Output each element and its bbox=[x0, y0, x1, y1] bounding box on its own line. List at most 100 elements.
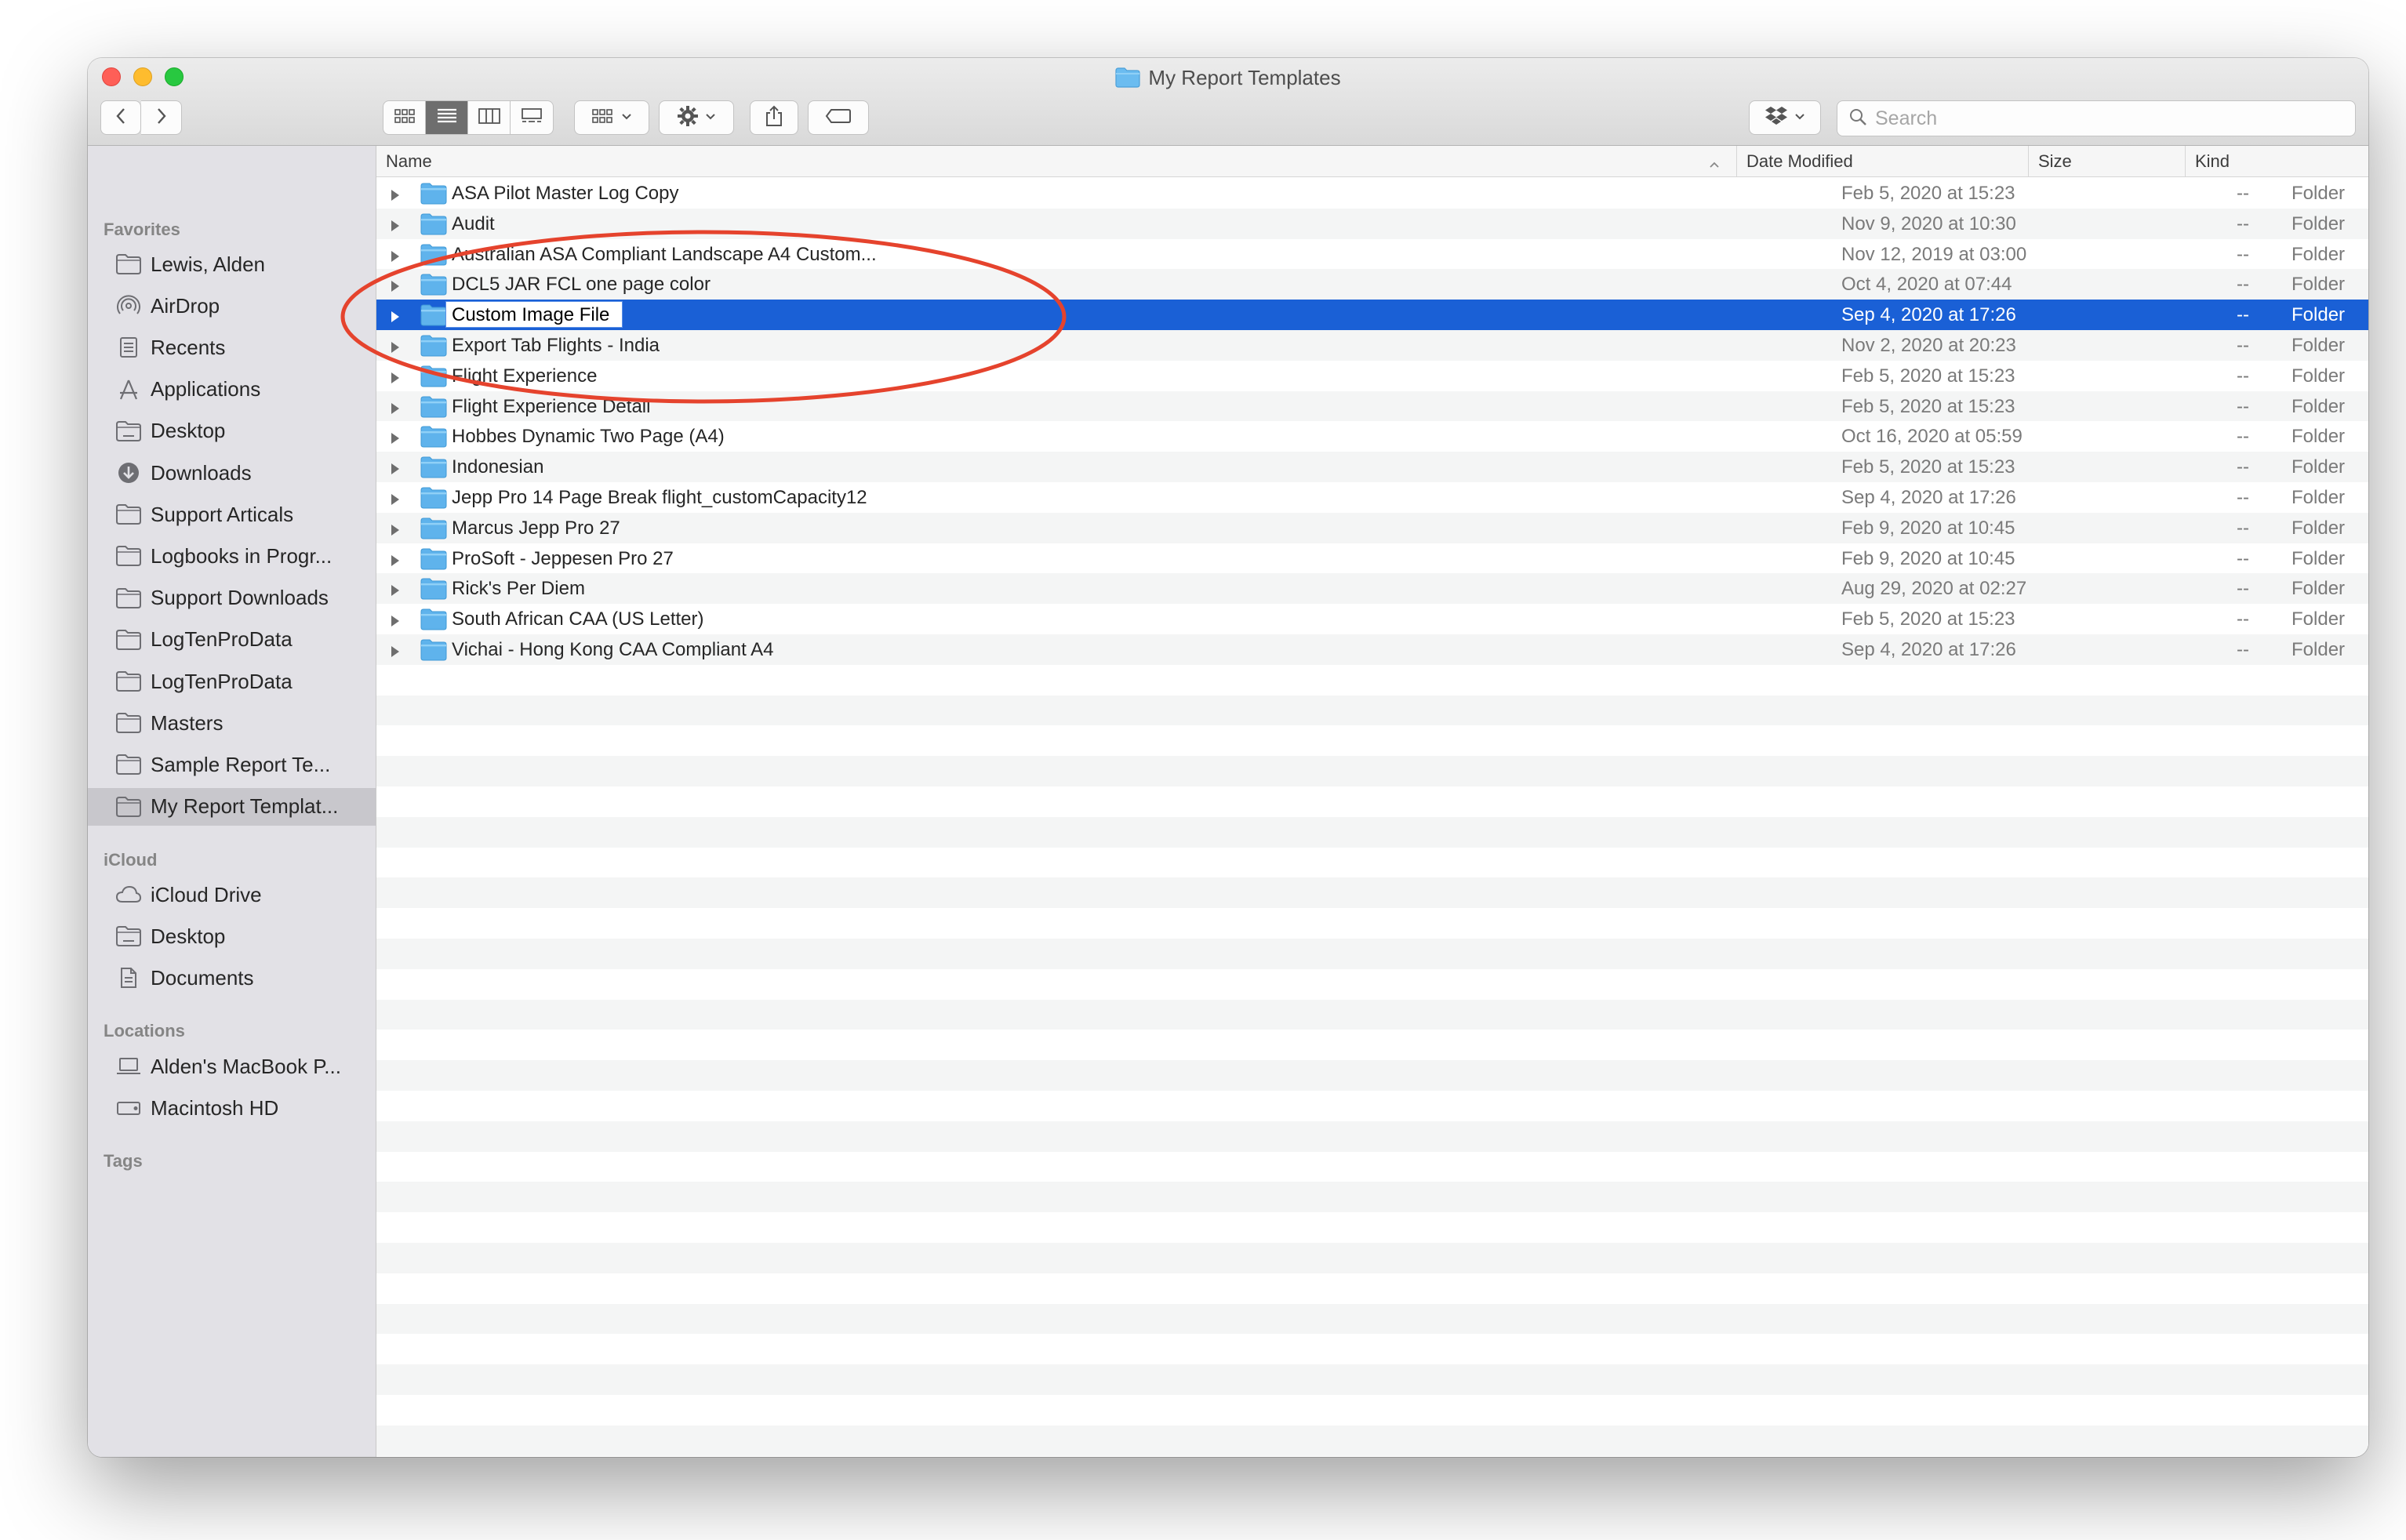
folder-icon bbox=[114, 628, 143, 652]
disclosure-triangle-icon[interactable] bbox=[389, 399, 402, 421]
file-name: ProSoft - Jeppesen Pro 27 bbox=[452, 547, 674, 569]
folder-icon bbox=[114, 795, 143, 819]
sidebar-item-documents[interactable]: Documents bbox=[88, 959, 376, 997]
sidebar-item-desktop[interactable]: Desktop bbox=[88, 412, 376, 450]
disclosure-triangle-icon[interactable] bbox=[389, 521, 402, 543]
downloads-icon bbox=[114, 461, 143, 485]
disclosure-triangle-icon[interactable] bbox=[389, 369, 402, 390]
window-title-text: My Report Templates bbox=[1148, 66, 1341, 89]
file-row[interactable]: Marcus Jepp Pro 27 Feb 9, 2020 at 10:45 --… bbox=[376, 512, 2368, 543]
sidebar-item-desktop[interactable]: Desktop bbox=[88, 917, 376, 955]
forward-button[interactable] bbox=[141, 100, 182, 135]
file-row[interactable]: Flight Experience Feb 5, 2020 at 15:23 -- F… bbox=[376, 361, 2368, 391]
sidebar-item-downloads[interactable]: Downloads bbox=[88, 454, 376, 492]
applications-icon bbox=[114, 378, 143, 401]
sidebar-item-icloud-drive[interactable]: iCloud Drive bbox=[88, 876, 376, 913]
sidebar-item-alden-s-macbook-p[interactable]: Alden's MacBook P... bbox=[88, 1048, 376, 1085]
file-kind: Folder bbox=[2292, 243, 2346, 265]
sidebar-item-masters[interactable]: Masters bbox=[88, 704, 376, 742]
disclosure-triangle-icon[interactable] bbox=[389, 277, 402, 299]
sidebar-item-support-downloads[interactable]: Support Downloads bbox=[88, 579, 376, 617]
disclosure-triangle-icon[interactable] bbox=[389, 459, 402, 481]
sidebar-item-my-report-templat[interactable]: My Report Templat... bbox=[88, 787, 376, 826]
dropbox-button[interactable] bbox=[1749, 100, 1821, 135]
file-row[interactable]: Custom Image File Sep 4, 2020 at 17:26 -- F… bbox=[376, 300, 2368, 330]
sidebar-item-applications[interactable]: Applications bbox=[88, 371, 376, 409]
folder-icon bbox=[420, 426, 447, 453]
file-row[interactable]: Audit Nov 9, 2020 at 10:30 -- Folder bbox=[376, 208, 2368, 241]
share-button[interactable] bbox=[750, 100, 798, 135]
file-row[interactable]: Indonesian Feb 5, 2020 at 15:23 -- Folder bbox=[376, 452, 2368, 482]
group-icon bbox=[591, 108, 615, 128]
disclosure-triangle-icon[interactable] bbox=[389, 642, 402, 664]
search-input[interactable] bbox=[1875, 107, 2330, 130]
file-date-modified: Nov 2, 2020 at 20:23 bbox=[1841, 335, 2016, 356]
sidebar-item-support-articals[interactable]: Support Articals bbox=[88, 496, 376, 533]
list-view-button[interactable] bbox=[426, 101, 468, 134]
sidebar-item-logbooks-in-progr[interactable]: Logbooks in Progr... bbox=[88, 537, 376, 575]
empty-row bbox=[376, 848, 2368, 878]
gear-icon bbox=[677, 105, 699, 131]
file-row[interactable]: Jepp Pro 14 Page Break flight_customCapa… bbox=[376, 482, 2368, 513]
file-row[interactable]: Flight Experience Detail Feb 5, 2020 at 1… bbox=[376, 390, 2368, 422]
kind-column-header[interactable]: Kind bbox=[2185, 146, 2368, 177]
disclosure-triangle-icon[interactable] bbox=[389, 216, 402, 238]
disclosure-triangle-icon[interactable] bbox=[389, 429, 402, 451]
recents-icon bbox=[114, 336, 143, 359]
file-row[interactable]: ProSoft - Jeppesen Pro 27 Feb 9, 2020 at … bbox=[376, 543, 2368, 574]
folder-icon bbox=[420, 244, 447, 271]
empty-row bbox=[376, 1273, 2368, 1304]
folder-icon bbox=[114, 670, 143, 693]
gallery-view-button[interactable] bbox=[511, 101, 553, 134]
sidebar-item-logtenprodata[interactable]: LogTenProData bbox=[88, 663, 376, 700]
action-menu-button[interactable] bbox=[659, 100, 734, 135]
sidebar-item-macintosh-hd[interactable]: Macintosh HD bbox=[88, 1089, 376, 1127]
file-date-modified: Sep 4, 2020 at 17:26 bbox=[1841, 639, 2016, 660]
sidebar-item-logtenprodata[interactable]: LogTenProData bbox=[88, 621, 376, 659]
file-row[interactable]: Rick's Per Diem Aug 29, 2020 at 02:27 -- Fo… bbox=[376, 573, 2368, 605]
size-column-header[interactable]: Size bbox=[2028, 146, 2185, 177]
disclosure-triangle-icon[interactable] bbox=[389, 490, 402, 512]
disclosure-triangle-icon[interactable] bbox=[389, 338, 402, 360]
column-view-button[interactable] bbox=[468, 101, 511, 134]
search-field[interactable] bbox=[1837, 100, 2356, 136]
folder-icon bbox=[420, 456, 447, 484]
file-row[interactable]: Export Tab Flights - India Nov 2, 2020 at… bbox=[376, 330, 2368, 361]
sidebar-item-label: Lewis, Alden bbox=[151, 252, 265, 276]
sidebar-item-airdrop[interactable]: AirDrop bbox=[88, 287, 376, 325]
file-row[interactable]: Vichai - Hong Kong CAA Compliant A4 Sep 4… bbox=[376, 634, 2368, 665]
date-modified-column-header[interactable]: Date Modified bbox=[1736, 146, 2028, 177]
file-size: -- bbox=[2237, 274, 2249, 296]
file-date-modified: Nov 9, 2020 at 10:30 bbox=[1841, 212, 2016, 234]
file-row[interactable]: South African CAA (US Letter) Feb 5, 2020… bbox=[376, 604, 2368, 634]
file-row[interactable]: ASA Pilot Master Log Copy Feb 5, 2020 at … bbox=[376, 178, 2368, 209]
sidebar-item-sample-report-te[interactable]: Sample Report Te... bbox=[88, 746, 376, 783]
file-date-modified: Nov 12, 2019 at 03:00 bbox=[1841, 243, 2027, 265]
icon-view-button[interactable] bbox=[383, 101, 426, 134]
file-row[interactable]: Australian ASA Compliant Landscape A4 Cu… bbox=[376, 239, 2368, 270]
empty-row bbox=[376, 1303, 2368, 1335]
sidebar-item-lewis-alden[interactable]: Lewis, Alden bbox=[88, 245, 376, 283]
file-row[interactable]: DCL5 JAR FCL one page color Oct 4, 2020 a… bbox=[376, 269, 2368, 300]
sidebar-item-recents[interactable]: Recents bbox=[88, 329, 376, 366]
disclosure-triangle-icon[interactable] bbox=[389, 612, 402, 634]
gallery-view-icon bbox=[520, 107, 543, 129]
name-column-header[interactable]: Name bbox=[376, 146, 1736, 177]
file-kind: Folder bbox=[2292, 639, 2346, 660]
disclosure-triangle-icon[interactable] bbox=[389, 186, 402, 208]
back-button[interactable] bbox=[100, 100, 141, 135]
file-row[interactable]: Hobbes Dynamic Two Page (A4) Oct 16, 2020… bbox=[376, 421, 2368, 452]
empty-row bbox=[376, 939, 2368, 969]
empty-row bbox=[376, 1120, 2368, 1152]
cloud-icon bbox=[114, 883, 143, 906]
group-by-button[interactable] bbox=[574, 100, 649, 135]
disclosure-triangle-icon[interactable] bbox=[389, 307, 402, 329]
folder-icon bbox=[420, 213, 447, 241]
tags-button[interactable] bbox=[808, 100, 869, 135]
disclosure-triangle-icon[interactable] bbox=[389, 247, 402, 269]
file-name[interactable]: Custom Image File bbox=[452, 304, 609, 326]
file-kind: Folder bbox=[2292, 517, 2346, 539]
disclosure-triangle-icon[interactable] bbox=[389, 581, 402, 603]
disclosure-triangle-icon[interactable] bbox=[389, 551, 402, 573]
file-date-modified: Feb 5, 2020 at 15:23 bbox=[1841, 395, 2015, 417]
